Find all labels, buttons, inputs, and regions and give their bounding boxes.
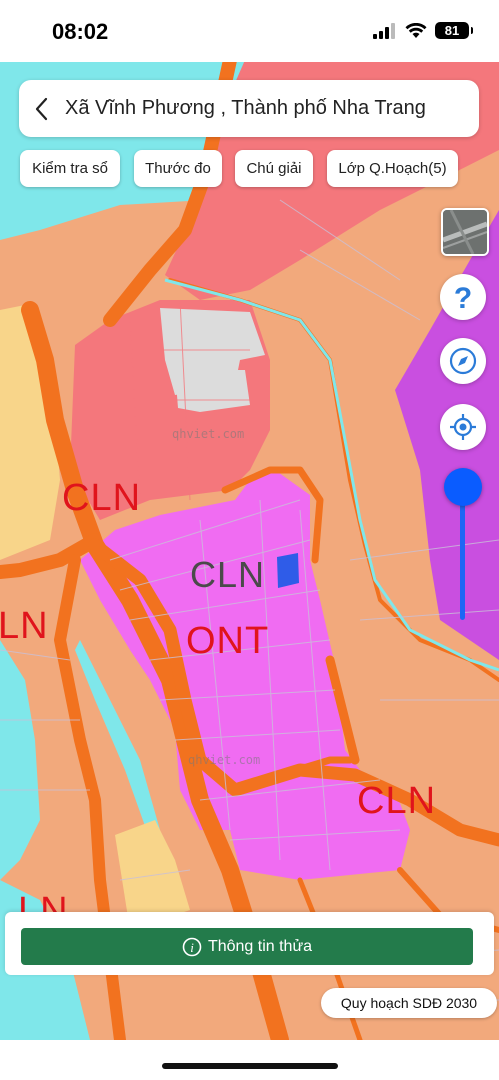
- map-watermark: qhviet.com: [172, 427, 245, 441]
- svg-text:i: i: [190, 940, 194, 955]
- location-title: Xã Vĩnh Phương , Thành phố Nha Trang: [65, 97, 426, 119]
- layer-switch-button[interactable]: [441, 208, 489, 256]
- locate-icon: [450, 414, 476, 440]
- home-indicator[interactable]: [162, 1063, 338, 1069]
- opacity-slider-track[interactable]: [460, 490, 465, 620]
- status-time: 08:02: [52, 19, 109, 44]
- wifi-icon: [405, 22, 427, 38]
- question-icon: ?: [454, 282, 472, 312]
- signal-icon: [373, 22, 395, 39]
- opacity-slider-handle[interactable]: [444, 468, 482, 506]
- locate-button[interactable]: [440, 404, 486, 450]
- svg-text:?: ?: [454, 282, 472, 312]
- compass-button[interactable]: [440, 338, 486, 384]
- zone-label-cln-center: CLN: [190, 554, 266, 595]
- measure-button[interactable]: Thước đo: [134, 150, 222, 187]
- legend-button[interactable]: Chú giải: [235, 150, 313, 187]
- zone-label-ont: ONT: [186, 620, 270, 662]
- planning-layers-button[interactable]: Lớp Q.Hoạch(5): [327, 150, 458, 187]
- back-button[interactable]: [19, 80, 65, 137]
- status-bar: 08:02 81: [0, 0, 499, 62]
- parcel-info-label: Thông tin thửa: [207, 937, 313, 955]
- zone-label-cln-right: CLN: [357, 780, 437, 822]
- parcel-info-button[interactable]: i Thông tin thửa: [21, 928, 473, 965]
- plan-layer-badge[interactable]: Quy hoạch SDĐ 2030: [321, 988, 497, 1018]
- zone-label-cln: CLN: [62, 477, 142, 519]
- check-certificate-button[interactable]: Kiểm tra sổ: [20, 150, 120, 187]
- bottom-panel: i Thông tin thửa: [5, 912, 494, 975]
- help-button[interactable]: ?: [440, 274, 486, 320]
- chevron-left-icon: [35, 97, 48, 120]
- status-icons: 81: [373, 22, 473, 39]
- battery-icon: 81: [435, 22, 473, 39]
- home-area: [0, 1040, 499, 1080]
- satellite-thumbnail-icon: [443, 210, 487, 254]
- info-icon: i: [182, 937, 202, 956]
- location-header: Xã Vĩnh Phương , Thành phố Nha Trang: [19, 80, 479, 137]
- map-watermark-2: qhviet.com: [188, 753, 261, 767]
- zone-label-ln-left: LN: [0, 605, 49, 647]
- compass-icon: [449, 347, 477, 375]
